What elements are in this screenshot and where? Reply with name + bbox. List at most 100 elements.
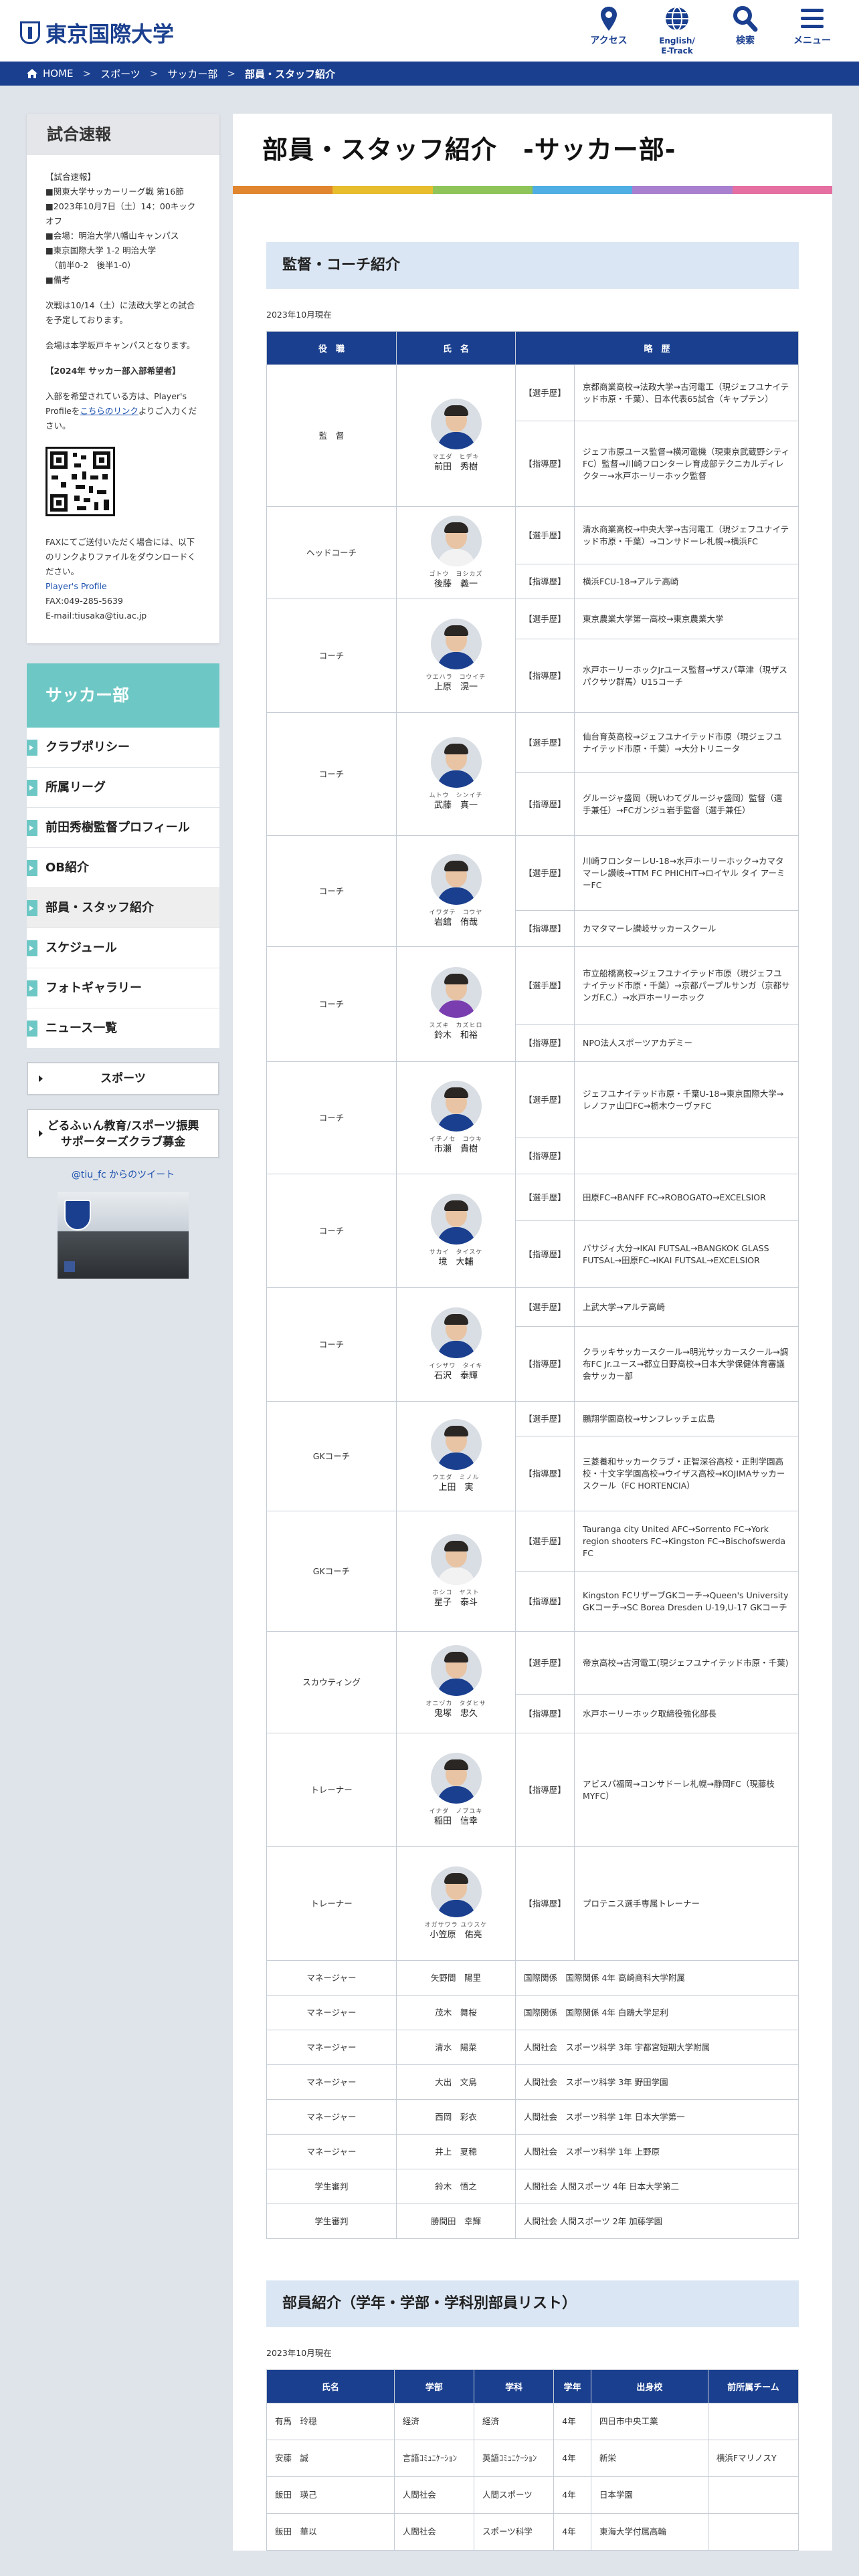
manager-info: 人間社会 スポーツ科学 3年 宇都宮短期大学附属	[515, 2030, 799, 2065]
roster-heading: 部員紹介（学年・学部・学科別部員リスト）	[266, 2280, 799, 2327]
history-tag: 【選手歴】	[515, 1287, 575, 1327]
roster-cell: 新栄	[590, 2440, 708, 2477]
roster-cell: 人間スポーツ	[474, 2476, 555, 2514]
donation-banner[interactable]: どるふぃん教育/スポーツ振興 サポーターズクラブ募金	[27, 1109, 219, 1158]
roster-cell: 経済	[474, 2403, 555, 2440]
nav-item[interactable]: 所属リーグ	[27, 768, 219, 808]
breadcrumb: HOME > スポーツ > サッカー部 > 部員・スタッフ紹介	[0, 62, 859, 86]
nav-item[interactable]: ニュース一覧	[27, 1008, 219, 1049]
roster-section: 部員紹介（学年・学部・学科別部員リスト） 2023年10月現在 氏名 学部 学科 学年…	[266, 2239, 799, 2551]
staff-role: GKコーチ	[266, 1511, 397, 1632]
manager-role: マネージャー	[266, 2030, 397, 2065]
stripe-segment	[632, 186, 733, 194]
roster-cell: 言語ｺﾐｭﾆｹｰｼｮﾝ	[393, 2440, 475, 2477]
access-button[interactable]: アクセス	[577, 4, 641, 46]
roster-col: 学科	[474, 2369, 555, 2403]
staff-row: ヘッドコーチ ゴトウ ヨシカズ 後藤 義一 【選手歴】 清水商業高校→中央大学→古河電工…	[266, 506, 799, 599]
nav-item[interactable]: 前田秀樹監督プロフィール	[27, 808, 219, 848]
staff-table: 役 職氏 名略 歴 監 督マエダ ヒデキ 前田 秀樹 【選手歴】 京都商業高校→法政大…	[266, 331, 799, 2239]
club-emblem-icon	[64, 1200, 91, 1230]
nav-item[interactable]: スケジュール	[27, 928, 219, 968]
staff-photo	[430, 1753, 482, 1804]
staff-role: トレーナー	[266, 1846, 397, 1961]
staff-name: 鬼塚 忠久	[434, 1709, 478, 1719]
twitter-embed-image[interactable]	[58, 1192, 189, 1279]
site-logo[interactable]: 東京国際大学	[20, 17, 174, 48]
profile-form-link[interactable]: こちらのリンク	[80, 406, 138, 416]
history-text: 上武大学→アルテ高崎	[574, 1287, 799, 1327]
staff-row: コーチ スズキ カズヒロ 鈴木 和裕 【選手歴】 市立船橋高校→ジェフユナイテッド市原（…	[266, 946, 799, 1062]
staff-photo	[430, 1081, 482, 1132]
match-report-lines: ■関東大学サッカーリーグ戦 第16節 ■2023年10月7日（土）14：00キック…	[45, 185, 201, 288]
breadcrumb-soccer[interactable]: サッカー部	[167, 67, 217, 81]
nav-item[interactable]: フォトギャラリー	[27, 968, 219, 1008]
match-line: ■関東大学サッカーリーグ戦 第16節	[45, 187, 184, 197]
staff-furigana: イワダテ コウヤ	[429, 909, 483, 916]
match-report-panel: 試合速報 【試合速報】 ■関東大学サッカーリーグ戦 第16節 ■2023年10月7…	[27, 114, 219, 643]
globe-icon	[645, 4, 709, 33]
history-text: クラッキサッカースクール→明光サッカースクール→調布FC Jr.ユース→都立日野…	[574, 1326, 799, 1402]
roster-col: 学年	[553, 2369, 591, 2403]
donation-line-2: サポーターズクラブ募金	[60, 1136, 186, 1149]
history-tag: 【指導歴】	[515, 1326, 575, 1402]
nav-item[interactable]: OB紹介	[27, 848, 219, 888]
history-tag: 【指導歴】	[515, 1220, 575, 1288]
main-content: 部員・スタッフ紹介 -サッカー部- 監督・コーチ紹介 2023年10月現在 役 …	[233, 114, 832, 2551]
roster-cell: 四日市中央工業	[590, 2403, 708, 2440]
history-tag: 【選手歴】	[515, 599, 575, 639]
manager-row: マネージャー 茂木 舞桜 国際関係 国際関係 4年 白鴎大学足利	[266, 1995, 799, 2030]
manager-name: 勝間田 幸輝	[396, 2204, 516, 2239]
staff-row: GKコーチ ウエダ ミノル 上田 実【選手歴】 鵬翔学園高校→サンフレッチェ広島	[266, 1401, 799, 1511]
staff-photo	[430, 1866, 482, 1917]
nav-item[interactable]: クラブポリシー	[27, 728, 219, 768]
nav-item[interactable]: 部員・スタッフ紹介	[27, 888, 219, 928]
access-label: アクセス	[590, 35, 628, 46]
staff-row: コーチ ムトウ シンイチ 武藤 真一 【選手歴】 仙台育英高校→ジェフユナイテッド市原（…	[266, 712, 799, 836]
staff-person: イワダテ コウヤ 岩舘 侑哉	[396, 835, 516, 947]
manager-info: 国際関係 国際関係 4年 高崎商科大学附属	[515, 1960, 799, 1996]
history-tag: 【指導歴】	[515, 639, 575, 713]
breadcrumb-sports[interactable]: スポーツ	[100, 67, 140, 81]
staff-role: GKコーチ	[266, 1401, 397, 1511]
staff-row: コーチ イシザワ タイキ 石沢 泰輝 【選手歴】 上武大学→アルテ高崎	[266, 1287, 799, 1402]
staff-role: コーチ	[266, 946, 397, 1062]
roster-cell: 有馬 玲穏	[266, 2403, 395, 2440]
manager-row: 学生審判 鈴木 悟之 人間社会 人間スポーツ 4年 日本大学第二	[266, 2169, 799, 2204]
english-label: English/ E-Track	[659, 36, 695, 56]
stripe-segment	[233, 186, 333, 194]
history-tag: 【指導歴】	[515, 772, 575, 836]
roster-cell: 4年	[553, 2440, 591, 2477]
recruit-heading: 【2024年 サッカー部入部希望者】	[45, 366, 181, 376]
roster-row: 飯田 華以 人間社会 スポーツ科学 4年 東海大学付属高輪	[266, 2513, 799, 2551]
roster-cell	[707, 2513, 799, 2551]
staff-furigana: ムトウ シンイチ	[429, 792, 483, 799]
menu-button[interactable]: メニュー	[780, 4, 844, 46]
staff-section: 監督・コーチ紹介 2023年10月現在 役 職氏 名略 歴 監 督マエダ ヒデキ…	[266, 194, 799, 2239]
staff-person: サカイ タイスケ境 大輔	[396, 1174, 516, 1288]
menu-icon	[780, 4, 844, 33]
staff-photo	[430, 854, 482, 905]
col-name: 氏 名	[396, 331, 516, 365]
staff-name: 後藤 義一	[434, 579, 478, 589]
history-tag: 【指導歴】	[515, 1436, 575, 1511]
twitter-link[interactable]: @tiu_fc からのツイート	[27, 1168, 219, 1181]
staff-furigana: サカイ タイスケ	[429, 1249, 483, 1256]
history-text: カマタマーレ讃岐サッカースクール	[574, 910, 799, 947]
english-button[interactable]: English/ E-Track	[645, 4, 709, 56]
history-tag: 【指導歴】	[515, 1024, 575, 1062]
history-tag: 【選手歴】	[515, 835, 575, 911]
staff-row: トレーナー オガサワラ ユウスケ 小笠原 佑亮 【指導歴】 プロテニス選手専属トレーナー	[266, 1846, 799, 1961]
roster-cell: 経済	[393, 2403, 475, 2440]
history-tag: 【選手歴】	[515, 1631, 575, 1695]
staff-as-of: 2023年10月現在	[266, 310, 332, 320]
staff-role: コーチ	[266, 1061, 397, 1174]
staff-row: コーチ イワダテ コウヤ 岩舘 侑哉 【選手歴】 川崎フロンターレU-18→水戸ホーリー…	[266, 835, 799, 947]
breadcrumb-home[interactable]: HOME	[43, 68, 74, 80]
sports-button[interactable]: スポーツ	[27, 1062, 219, 1095]
menu-label: メニュー	[793, 35, 831, 46]
staff-name: 境 大輔	[438, 1257, 474, 1267]
search-button[interactable]: 検索	[713, 4, 777, 46]
players-profile-link[interactable]: Player's Profile	[45, 581, 107, 591]
staff-role: ヘッドコーチ	[266, 506, 397, 599]
breadcrumb-current: 部員・スタッフ紹介	[244, 68, 335, 80]
